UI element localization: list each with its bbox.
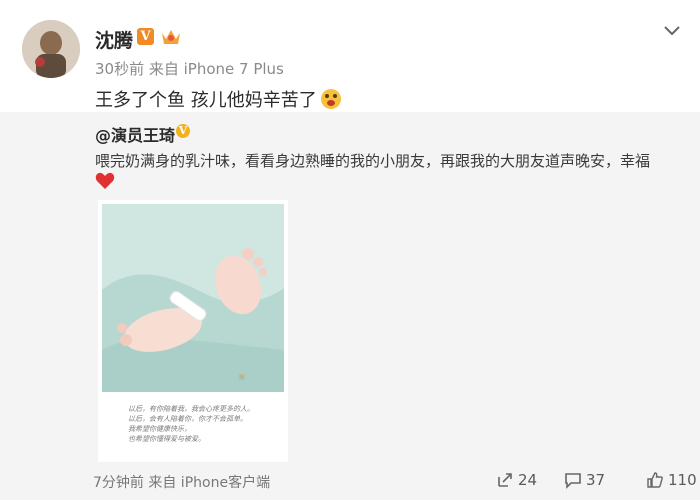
note-line: 我希望你健康快乐，	[128, 425, 191, 433]
verified-badge-icon: V	[137, 28, 154, 45]
post-text-content: 王多了个鱼 孩儿他妈辛苦了	[95, 90, 317, 111]
comment-icon	[565, 473, 581, 489]
chevron-down-icon[interactable]	[660, 18, 684, 42]
author-avatar[interactable]	[22, 20, 80, 78]
original-text: 喂完奶满身的乳汁味，看看身边熟睡的我的小朋友，再跟我的大朋友道声晚安，幸福	[95, 152, 651, 170]
repost-count: 24	[518, 471, 538, 489]
verified-badge-icon: V	[176, 124, 190, 138]
post-text: 王多了个鱼 孩儿他妈辛苦了	[95, 86, 341, 112]
repost-button[interactable]: 24	[496, 468, 537, 492]
like-button[interactable]: 110	[646, 468, 697, 492]
svg-text:❀: ❀	[238, 373, 246, 383]
surprised-face-icon	[320, 89, 341, 109]
comment-button[interactable]: 37	[564, 468, 605, 492]
vip-crown-icon	[162, 30, 180, 44]
note-line: 也希望你懂得爱与被爱。	[128, 435, 205, 443]
note-line: 以后，会有人陪着你，你才不会孤单。	[128, 415, 247, 423]
weibo-post: 沈腾 V 30秒前 来自 iPhone 7 Plus 王多了个鱼 孩儿他妈辛苦了…	[0, 0, 700, 500]
repost-time-source: 7分钟前 来自 iPhone客户端	[93, 475, 271, 491]
comment-count: 37	[586, 471, 606, 489]
post-meta: 30秒前 来自 iPhone 7 Plus	[95, 60, 284, 78]
repost-icon	[498, 473, 512, 487]
thumbs-up-icon	[647, 472, 663, 488]
note-line: 以后，有你陪着我，我会心疼更多的人。	[128, 405, 254, 413]
heart-icon	[95, 172, 115, 189]
like-count: 110	[668, 471, 697, 489]
author-name[interactable]: 沈腾	[95, 26, 133, 53]
original-author-link[interactable]: @演员王琦	[95, 122, 175, 146]
photo-handwritten-note: 以后，有你陪着我，我会心疼更多的人。 以后，会有人陪着你，你才不会孤单。 我希望…	[128, 404, 258, 444]
